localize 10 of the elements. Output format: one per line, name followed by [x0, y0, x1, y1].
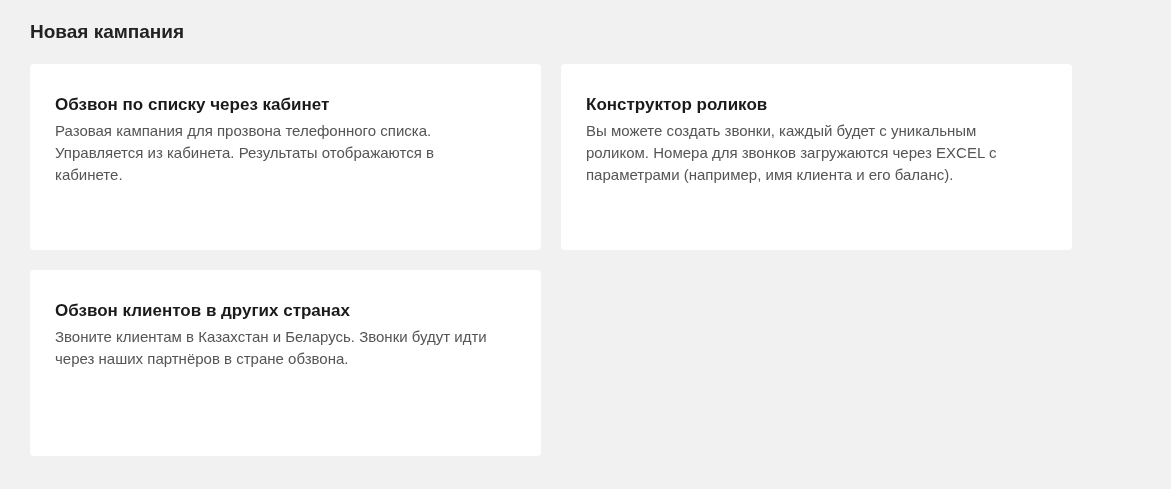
card-title: Обзвон по списку через кабинет — [55, 94, 331, 116]
page-title: Новая кампания — [30, 20, 186, 44]
card-title: Конструктор роликов — [586, 94, 769, 116]
card-description: Звоните клиентам в Казахстан и Беларусь. Звонки будут идти через наших партнёров в стране обзвона. — [55, 327, 488, 369]
card-description: Вы можете создать звонки, каждый будет с уникальным роликом. Номера для звонков загружаются через EXCEL с параметрами (например, имя клиента и его баланс). — [586, 121, 998, 185]
campaign-card[interactable]: Конструктор роликов Вы можете создать звонки, каждый будет с уникальным роликом. Номера для звонков загружаются через EXCEL с параметрами (например, имя клиента и его баланс). — [561, 64, 1072, 250]
campaign-card[interactable]: Обзвон клиентов в других странах Звоните клиентам в Казахстан и Беларусь. Звонки будут идти через наших партнёров в стране обзвона. — [30, 270, 541, 456]
campaign-card[interactable]: Обзвон по списку через кабинет Разовая кампания для прозвона телефонного списка. Управляется из кабинета. Результаты отображаются в кабинете. — [30, 64, 541, 250]
card-title: Обзвон клиентов в других странах — [55, 300, 351, 322]
card-description: Разовая кампания для прозвона телефонного списка. Управляется из кабинета. Результаты отображаются в кабинете. — [55, 121, 435, 185]
